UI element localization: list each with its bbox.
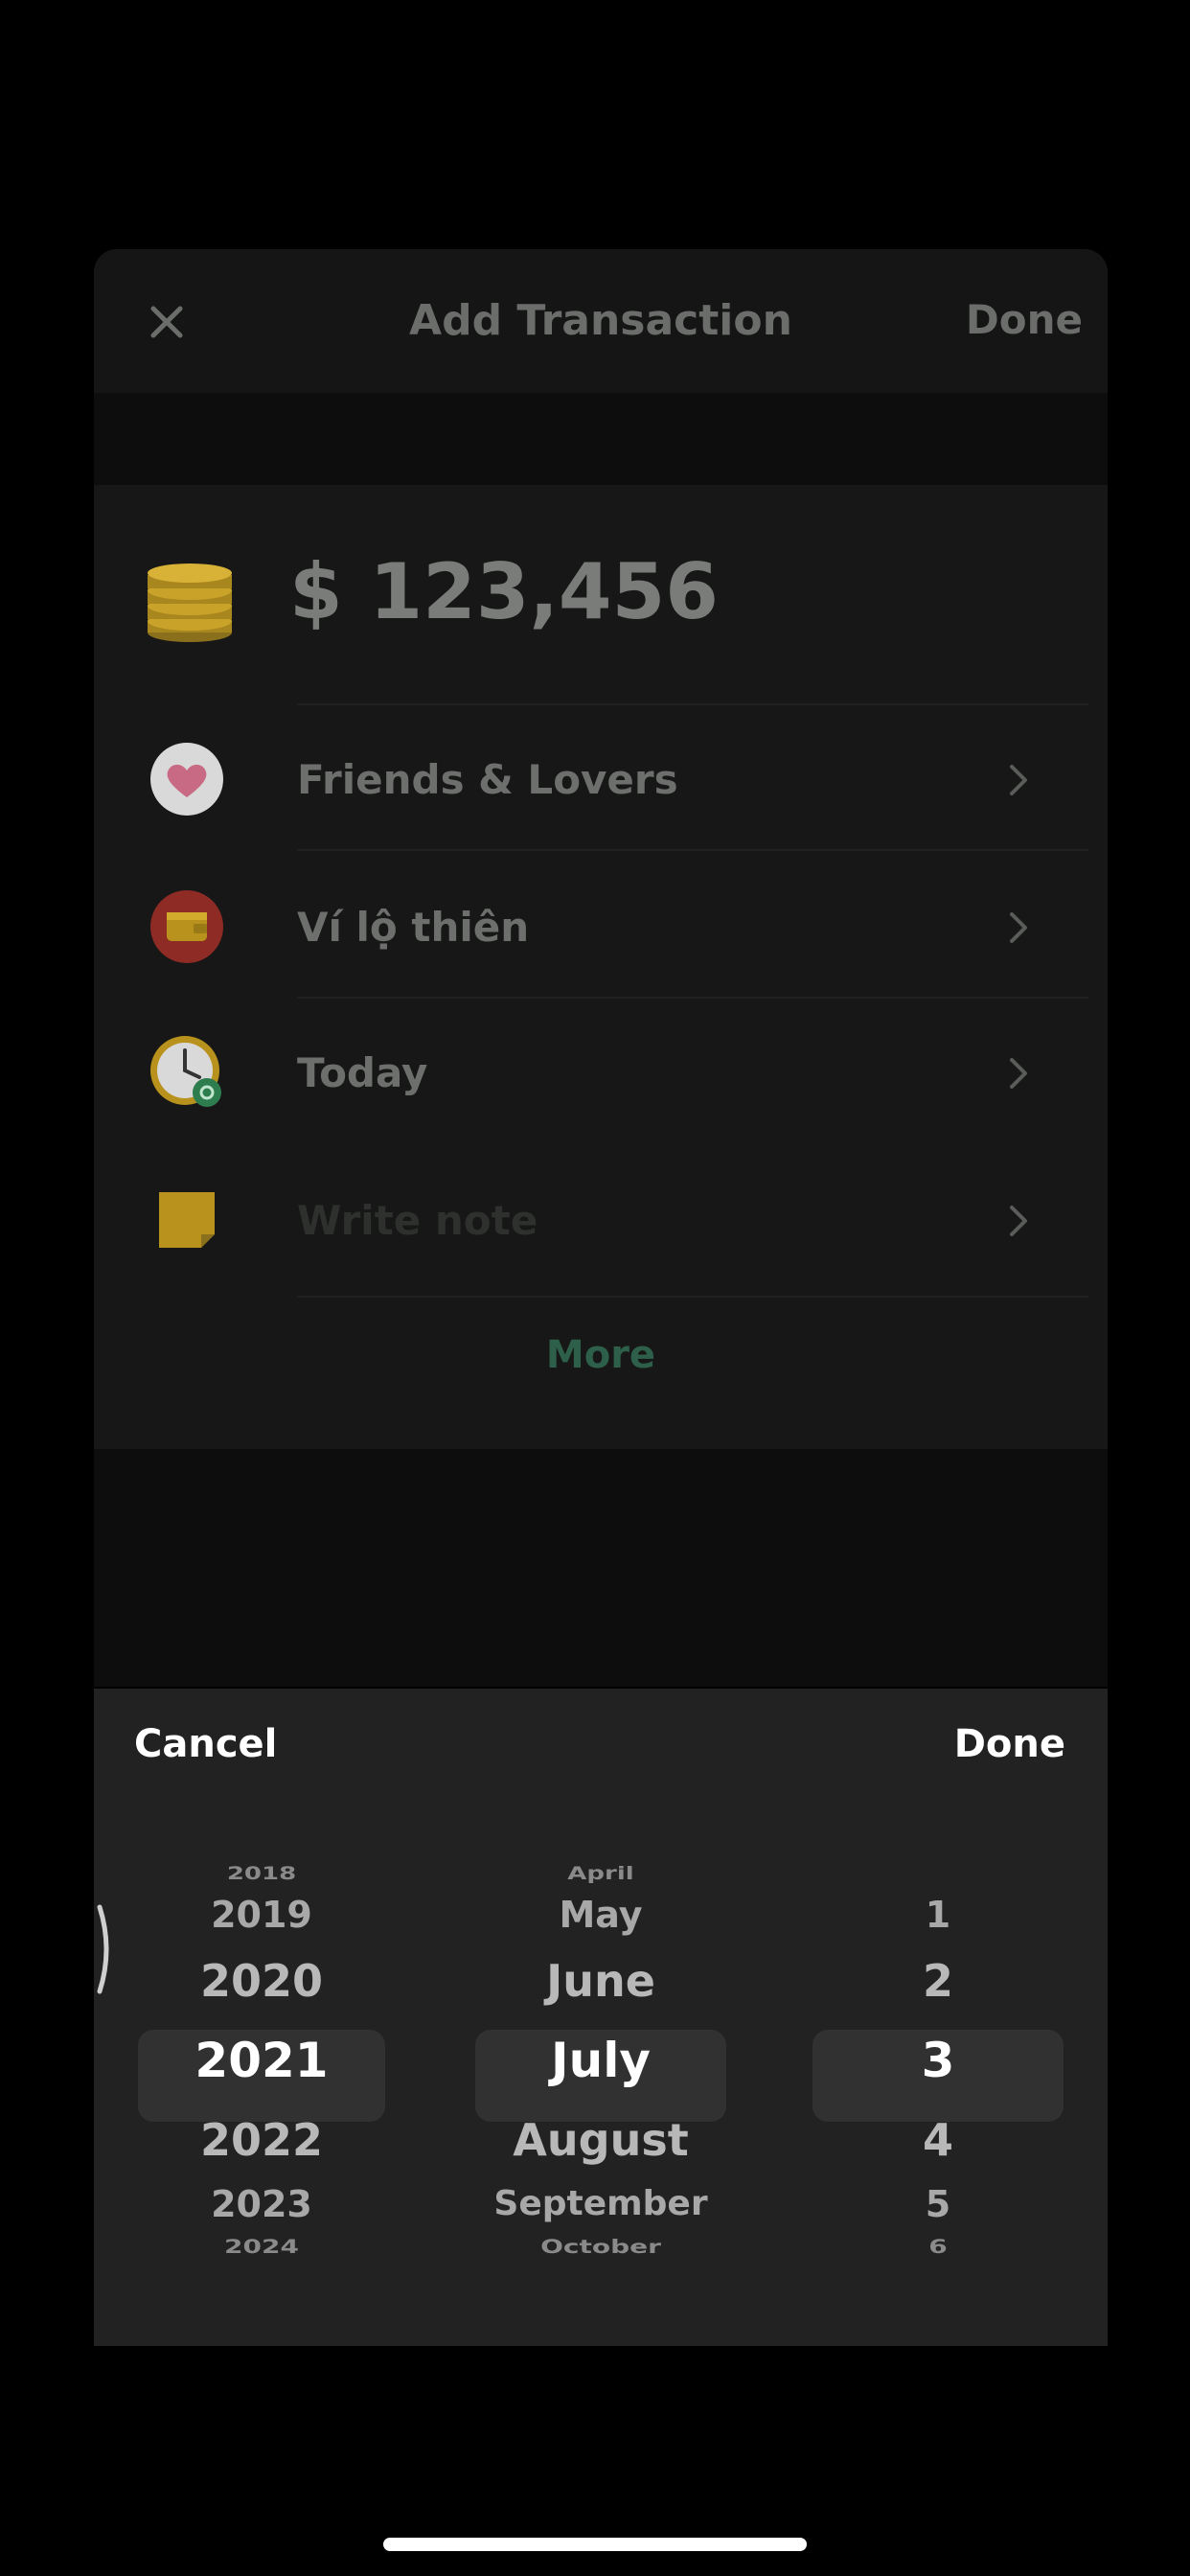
day-option[interactable]: 2: [812, 1955, 1064, 2008]
empty-area: [94, 1449, 1108, 1687]
note-row[interactable]: Write note: [94, 1148, 1108, 1294]
year-option[interactable]: 2024: [138, 2236, 385, 2259]
divider: [297, 997, 1088, 999]
note-icon: [159, 1192, 215, 1248]
month-option[interactable]: October: [475, 2236, 726, 2259]
nav-bar: Add Transaction Done: [94, 249, 1108, 395]
month-option[interactable]: May: [475, 1894, 726, 1938]
year-wheel[interactable]: 2018 2019 2020 2021 2022 2023 2024: [138, 1859, 385, 2281]
month-option[interactable]: September: [475, 2183, 726, 2224]
done-button[interactable]: Done: [966, 288, 1083, 352]
year-option-selected[interactable]: 2021: [138, 2032, 385, 2089]
picker-cancel-button[interactable]: Cancel: [134, 1715, 277, 1773]
day-option[interactable]: 5: [812, 2183, 1064, 2227]
date-row[interactable]: Today: [94, 1000, 1108, 1146]
section-gap: [94, 393, 1108, 485]
day-option-selected[interactable]: 3: [812, 2032, 1064, 2089]
year-option[interactable]: 2019: [138, 1894, 385, 1938]
date-label: Today: [297, 1049, 428, 1096]
wallet-row[interactable]: Ví lộ thiên: [94, 855, 1108, 1000]
amount-value: $ 123,456: [289, 547, 719, 636]
clock-icon: [150, 1036, 221, 1107]
chevron-right-icon: [1010, 1058, 1027, 1089]
divider: [297, 849, 1088, 851]
page-title: Add Transaction: [409, 296, 792, 345]
category-label: Friends & Lovers: [297, 756, 678, 803]
picker-done-button[interactable]: Done: [954, 1715, 1065, 1773]
chevron-right-icon: [1010, 1206, 1027, 1236]
home-indicator[interactable]: [383, 2538, 807, 2551]
day-option[interactable]: 6: [812, 2236, 1064, 2259]
coins-icon: [148, 564, 232, 642]
wallet-label: Ví lộ thiên: [297, 904, 530, 951]
date-picker: Cancel Done 2018 2019 2020 2021 2022 202…: [94, 1689, 1108, 2346]
chevron-right-icon: [1010, 765, 1027, 795]
month-option-selected[interactable]: July: [475, 2032, 726, 2089]
day-option[interactable]: 1: [812, 1894, 1064, 1938]
month-wheel[interactable]: April May June July August September Oct…: [475, 1859, 726, 2281]
day-option[interactable]: 4: [812, 2114, 1064, 2167]
more-button[interactable]: More: [94, 1326, 1108, 1384]
scroll-bracket-icon: [97, 1904, 109, 1994]
month-option[interactable]: April: [475, 1864, 726, 1885]
year-option[interactable]: 2020: [138, 1955, 385, 2008]
add-transaction-sheet: Add Transaction Done $ 123,456 Friends &…: [94, 249, 1108, 1687]
transaction-card: $ 123,456 Friends & Lovers Ví lộ thiên T…: [94, 485, 1108, 1687]
month-option[interactable]: June: [475, 1955, 726, 2008]
chevron-right-icon: [1010, 912, 1027, 943]
divider: [297, 1296, 1088, 1298]
year-option[interactable]: 2023: [138, 2183, 385, 2227]
category-row[interactable]: Friends & Lovers: [94, 707, 1108, 853]
divider: [297, 703, 1088, 705]
year-option[interactable]: 2018: [138, 1864, 385, 1885]
wallet-icon: [150, 890, 223, 963]
heart-icon: [150, 743, 223, 816]
note-placeholder: Write note: [297, 1197, 538, 1244]
year-option[interactable]: 2022: [138, 2114, 385, 2167]
day-wheel[interactable]: 1 2 3 4 5 6: [812, 1859, 1064, 2281]
amount-row[interactable]: $ 123,456: [94, 485, 1108, 705]
month-option[interactable]: August: [475, 2114, 726, 2167]
